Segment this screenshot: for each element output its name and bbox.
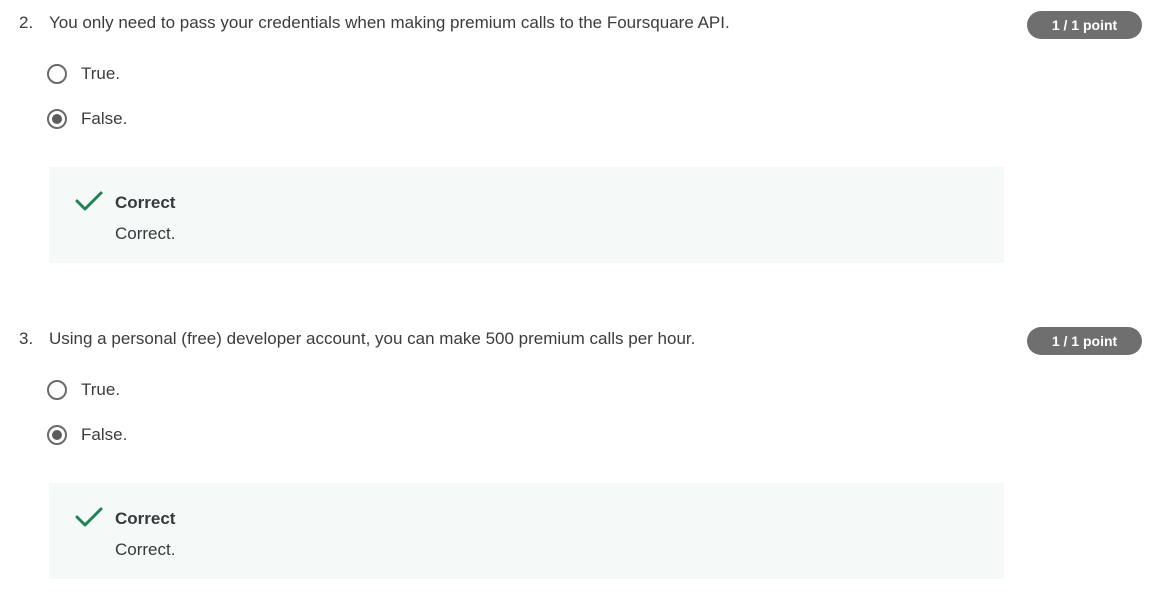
feedback-text: Correct.	[115, 540, 176, 559]
radio-button-selected[interactable]	[47, 425, 67, 445]
question-text: Using a personal (free) developer accoun…	[49, 329, 696, 348]
feedback-panel: Correct Correct.	[49, 483, 1004, 579]
feedback-text: Correct.	[115, 224, 176, 243]
radio-button-selected[interactable]	[47, 109, 67, 129]
feedback-title: Correct	[115, 509, 176, 528]
points-badge: 1 / 1 point	[1027, 11, 1142, 39]
radio-button[interactable]	[47, 64, 67, 84]
option-false[interactable]: False.	[47, 422, 127, 448]
option-true[interactable]: True.	[47, 61, 120, 87]
checkmark-icon	[75, 191, 103, 211]
option-false[interactable]: False.	[47, 106, 127, 132]
option-label: False.	[81, 425, 128, 444]
feedback-panel: Correct Correct.	[49, 167, 1004, 263]
points-badge: 1 / 1 point	[1027, 327, 1142, 355]
checkmark-icon	[75, 507, 103, 527]
question-number: 3.	[19, 329, 34, 348]
question-number: 2.	[19, 13, 34, 32]
feedback-title: Correct	[115, 193, 176, 212]
option-label: True.	[81, 380, 121, 399]
option-true[interactable]: True.	[47, 377, 120, 403]
option-label: False.	[81, 109, 128, 128]
option-label: True.	[81, 64, 121, 83]
radio-button[interactable]	[47, 380, 67, 400]
question-text: You only need to pass your credentials w…	[49, 13, 730, 32]
